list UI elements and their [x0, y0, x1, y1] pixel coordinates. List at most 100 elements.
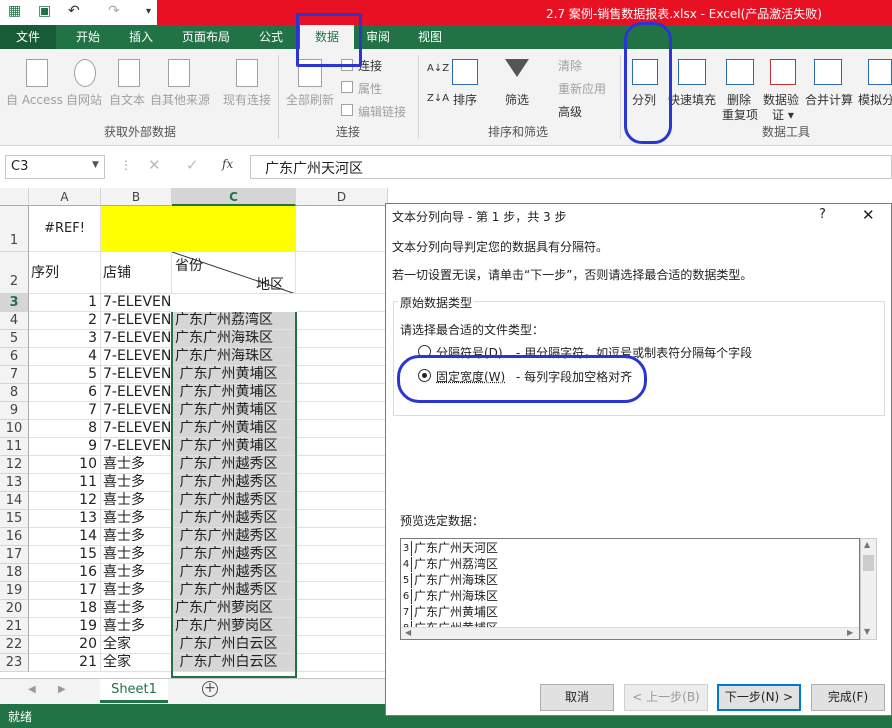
preview-horizontal-scrollbar[interactable]: ◀ ▶: [401, 627, 859, 639]
cell-store[interactable]: 全家: [101, 636, 172, 654]
cell-region[interactable]: 广东广州越秀区: [172, 582, 296, 600]
cell-empty[interactable]: [296, 366, 388, 384]
row-header[interactable]: 19: [0, 582, 29, 600]
sort-ascending-button[interactable]: A↓Z: [427, 63, 449, 74]
edit-links-button[interactable]: 编辑链接: [358, 103, 406, 120]
finish-button[interactable]: 完成(F): [811, 684, 885, 711]
cell-empty[interactable]: [296, 438, 388, 456]
next-button[interactable]: 下一步(N) >: [717, 684, 801, 711]
prev-sheet-icon[interactable]: ◀: [28, 684, 36, 695]
column-header-d[interactable]: D: [296, 188, 388, 206]
name-box[interactable]: C3: [5, 155, 105, 179]
cell-index[interactable]: 14: [29, 528, 101, 546]
cell-empty[interactable]: [296, 294, 388, 312]
cell-store[interactable]: 喜士多: [101, 528, 172, 546]
worksheet-grid[interactable]: A B C D 1 #REF! 2 序列 店铺 省份 地区 3 1 7-ELEVEN…: [0, 188, 388, 678]
cell-index[interactable]: 10: [29, 456, 101, 474]
cell-a1[interactable]: #REF!: [29, 206, 101, 252]
active-cell-c3[interactable]: [171, 294, 297, 312]
cell-store[interactable]: 喜士多: [101, 510, 172, 528]
cell-index[interactable]: 15: [29, 546, 101, 564]
cell-region[interactable]: 广东广州黄埔区: [172, 438, 296, 456]
refresh-all-button[interactable]: 全部刷新: [286, 91, 334, 108]
cell-region[interactable]: 广东广州白云区: [172, 636, 296, 654]
cell-region[interactable]: 广东广州海珠区: [172, 348, 296, 366]
filter-button[interactable]: 筛选: [505, 91, 529, 108]
redo-icon[interactable]: ↷: [108, 3, 120, 19]
add-sheet-icon[interactable]: +: [202, 681, 218, 697]
cell-index[interactable]: 7: [29, 402, 101, 420]
from-text-button[interactable]: 自文本: [109, 91, 145, 108]
header-cell-index[interactable]: 序列: [29, 252, 101, 294]
from-access-button[interactable]: 自 Access: [6, 91, 63, 108]
advanced-filter-button[interactable]: 高级: [558, 103, 582, 120]
cell-empty[interactable]: [296, 582, 388, 600]
cell-region[interactable]: 广东广州越秀区: [172, 564, 296, 582]
select-all-corner[interactable]: [0, 188, 29, 206]
cell-index[interactable]: 6: [29, 384, 101, 402]
back-button[interactable]: < 上一步(B): [624, 684, 708, 711]
help-icon[interactable]: ?: [819, 207, 826, 222]
next-sheet-icon[interactable]: ▶: [58, 684, 66, 695]
row-header[interactable]: 4: [0, 312, 29, 330]
row-header[interactable]: 22: [0, 636, 29, 654]
existing-connections-button[interactable]: 现有连接: [223, 91, 271, 108]
tab-home[interactable]: 开始: [60, 25, 116, 49]
row-header[interactable]: 14: [0, 492, 29, 510]
cell-empty[interactable]: [296, 312, 388, 330]
cell-store[interactable]: 7-ELEVEN: [101, 438, 172, 456]
cell-index[interactable]: 17: [29, 582, 101, 600]
row-header[interactable]: 16: [0, 528, 29, 546]
cell-store[interactable]: 喜士多: [101, 618, 172, 636]
tab-view[interactable]: 视图: [410, 25, 450, 49]
cell-empty[interactable]: [296, 510, 388, 528]
row-header[interactable]: 15: [0, 510, 29, 528]
row-header[interactable]: 7: [0, 366, 29, 384]
insert-function-icon[interactable]: fx: [222, 157, 233, 171]
row-header[interactable]: 23: [0, 654, 29, 672]
cell-empty[interactable]: [296, 348, 388, 366]
cell-region[interactable]: 广东广州越秀区: [172, 510, 296, 528]
cell-store[interactable]: 喜士多: [101, 582, 172, 600]
cell-index[interactable]: 1: [29, 294, 101, 312]
cell-region[interactable]: 广东广州越秀区: [172, 528, 296, 546]
cell-empty[interactable]: [296, 564, 388, 582]
cell-index[interactable]: 9: [29, 438, 101, 456]
row-header[interactable]: 12: [0, 456, 29, 474]
reapply-filter-button[interactable]: 重新应用: [558, 80, 606, 97]
row-header[interactable]: 10: [0, 420, 29, 438]
column-header-b[interactable]: B: [101, 188, 172, 206]
cell-store[interactable]: 7-ELEVEN: [101, 420, 172, 438]
preview-box[interactable]: 3 广东广州天河区 4 广东广州荔湾区 5 广东广州海珠区 6 广东广州海珠区 7 广东广州黄埔区…: [400, 538, 860, 640]
row-header[interactable]: 20: [0, 600, 29, 618]
cell-store[interactable]: 喜士多: [101, 546, 172, 564]
cell-region[interactable]: 广东广州黄埔区: [172, 366, 296, 384]
properties-button[interactable]: 属性: [358, 80, 382, 97]
cell-index[interactable]: 20: [29, 636, 101, 654]
cell-index[interactable]: 12: [29, 492, 101, 510]
cell-empty[interactable]: [296, 636, 388, 654]
sort-button[interactable]: 排序: [453, 91, 477, 108]
tab-page-layout[interactable]: 页面布局: [170, 25, 242, 49]
cell-index[interactable]: 4: [29, 348, 101, 366]
row-header[interactable]: 18: [0, 564, 29, 582]
cell-store[interactable]: 7-ELEVEN: [101, 330, 172, 348]
row-header[interactable]: 13: [0, 474, 29, 492]
cell-store[interactable]: 7-ELEVEN: [101, 348, 172, 366]
enter-icon[interactable]: ✓: [186, 156, 199, 174]
clear-filter-button[interactable]: 清除: [558, 57, 582, 74]
column-header-a[interactable]: A: [29, 188, 101, 206]
cell-region[interactable]: 广东广州越秀区: [172, 456, 296, 474]
undo-icon[interactable]: ↶: [68, 3, 80, 19]
row-header[interactable]: 21: [0, 618, 29, 636]
cancel-button[interactable]: 取消: [540, 684, 614, 711]
cell-store[interactable]: 全家: [101, 654, 172, 672]
name-box-dropdown-icon[interactable]: ▼: [92, 160, 99, 170]
tab-insert[interactable]: 插入: [116, 25, 166, 49]
cell-index[interactable]: 5: [29, 366, 101, 384]
cell-store[interactable]: 7-ELEVEN: [101, 366, 172, 384]
row-header[interactable]: 8: [0, 384, 29, 402]
cell-empty[interactable]: [296, 456, 388, 474]
cell-store[interactable]: 喜士多: [101, 474, 172, 492]
from-web-button[interactable]: 自网站: [66, 91, 102, 108]
